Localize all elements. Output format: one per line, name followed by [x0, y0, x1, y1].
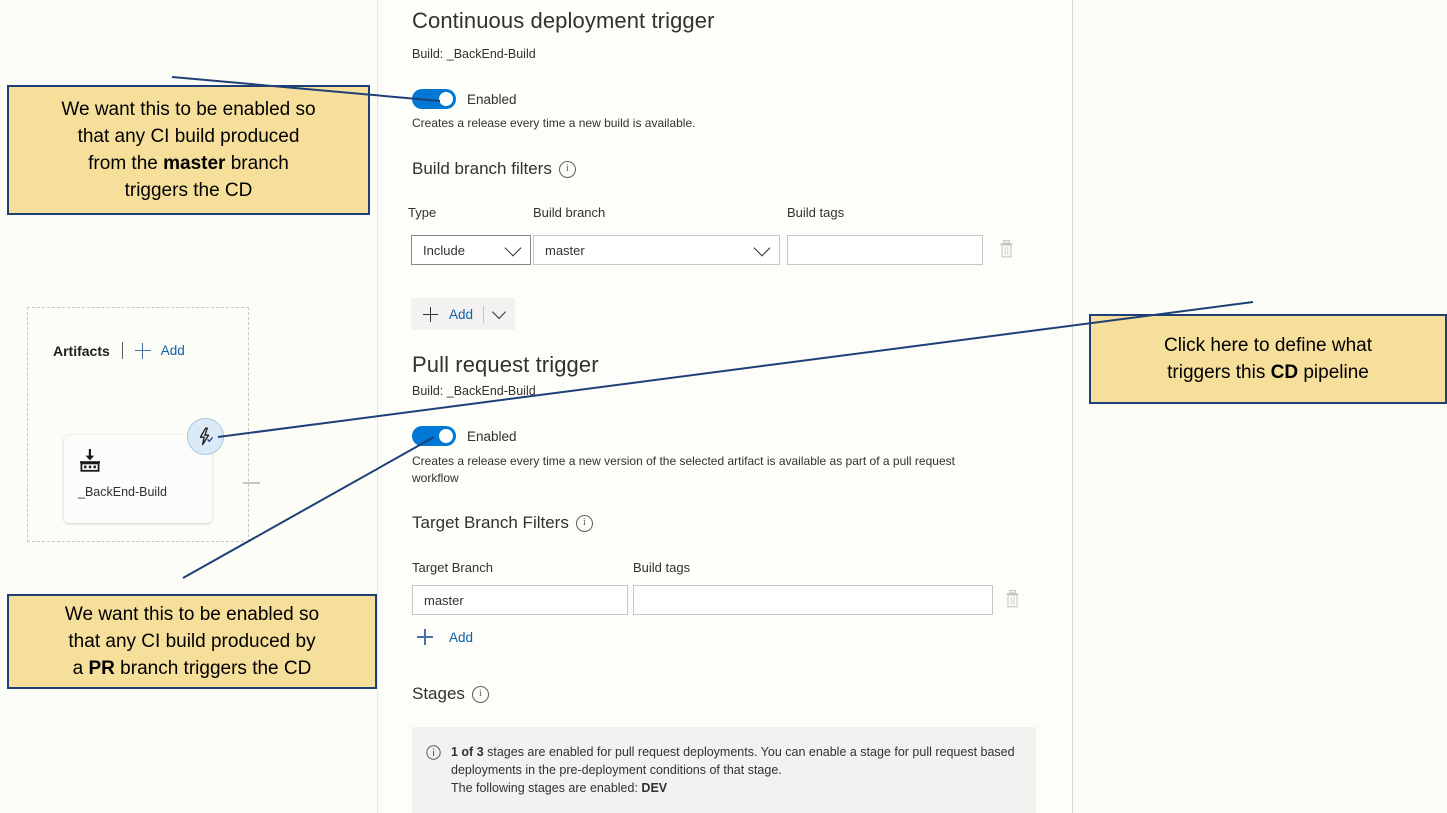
pr-build-tags-input[interactable]	[633, 585, 993, 615]
callout-cd-line3-post: branch	[225, 153, 289, 174]
panel-divider-right	[1072, 0, 1073, 813]
continuous-deployment-trigger-badge[interactable]	[187, 418, 224, 455]
target-branch-filters-title: Target Branch Filters	[412, 513, 569, 532]
pr-trigger-hint: Creates a release every time a new versi…	[412, 454, 955, 485]
filter-type-value: Include	[423, 242, 465, 258]
filter-branch-value: master	[545, 242, 585, 258]
pr-trigger-subtitle: Build: _BackEnd-Build	[412, 384, 536, 398]
cd-toggle-knob	[439, 92, 453, 106]
column-header-target-branch: Target Branch	[412, 560, 493, 575]
callout-click-here: Click here to define what triggers this …	[1089, 314, 1447, 404]
add-artifact-label: Add	[160, 343, 185, 358]
info-icon[interactable]: i	[471, 685, 489, 703]
cd-trigger-toggle[interactable]	[412, 89, 456, 109]
callout-pr-line1: We want this to be enabled so	[64, 604, 320, 625]
column-header-build-tags: Build tags	[787, 205, 845, 220]
chevron-down-icon	[753, 239, 771, 257]
add-target-branch-filter-button[interactable]: Add	[417, 629, 473, 645]
chevron-down-icon	[504, 239, 522, 257]
delete-target-filter-button[interactable]	[1005, 590, 1020, 613]
pr-trigger-title: Pull request trigger	[412, 352, 599, 377]
artifact-card-backend-build[interactable]: _BackEnd-Build	[64, 435, 212, 523]
artifacts-divider	[121, 342, 123, 359]
add-artifact-button[interactable]: Add	[134, 342, 185, 359]
info-icon	[426, 745, 441, 795]
artifact-stage-connector	[243, 482, 260, 484]
callout-click-line1: Click here to define what	[1163, 335, 1373, 356]
callout-pr-trigger: We want this to be enabled so that any C…	[7, 594, 377, 689]
callout-cd-line3-bold: master	[163, 153, 226, 174]
stages-enabled-prefix: The following stages are enabled:	[451, 781, 638, 795]
filter-branch-select[interactable]: master	[533, 235, 780, 265]
callout-pr-line3-pre: a	[72, 658, 89, 679]
target-branch-input[interactable]: master	[412, 585, 628, 615]
info-icon[interactable]: i	[558, 160, 576, 178]
stages-title: Stages	[412, 684, 465, 703]
lightning-bolt-icon	[199, 427, 214, 446]
cd-trigger-hint: Creates a release every time a new build…	[412, 116, 696, 130]
pr-trigger-toggle[interactable]	[412, 426, 456, 446]
build-branch-filters-title: Build branch filters	[412, 159, 552, 178]
trash-icon	[1000, 240, 1013, 258]
stages-enabled-list: DEV	[641, 781, 668, 795]
filter-type-select[interactable]: Include	[411, 235, 531, 265]
stages-enabled-count: 1 of 3	[451, 745, 484, 759]
callout-cd-line4: triggers the CD	[124, 180, 253, 201]
callout-cd-line2: that any CI build produced	[77, 126, 300, 147]
chevron-down-icon[interactable]	[491, 304, 507, 320]
stages-banner-text: 1 of 3 stages are enabled for pull reque…	[451, 743, 1022, 795]
artifacts-title: Artifacts	[53, 342, 110, 359]
build-artifact-icon	[78, 449, 104, 478]
callout-cd-line3-pre: from the	[88, 153, 164, 174]
callout-cd-line1: We want this to be enabled so	[61, 99, 316, 120]
artifacts-header: Artifacts Add	[53, 342, 185, 359]
artifact-card-name: _BackEnd-Build	[78, 485, 167, 499]
add-build-branch-filter-button[interactable]: Add	[411, 298, 516, 330]
callout-click-line2-post: pipeline	[1298, 362, 1369, 383]
pr-toggle-label: Enabled	[467, 428, 517, 444]
cd-trigger-title: Continuous deployment trigger	[412, 8, 715, 33]
pr-toggle-knob	[439, 429, 453, 443]
cd-toggle-label: Enabled	[467, 91, 517, 107]
add-link-label: Add	[449, 629, 474, 645]
callout-pr-line3-bold: PR	[88, 658, 115, 679]
callout-pr-line2: that any CI build produced by	[68, 631, 316, 652]
plus-icon	[423, 306, 438, 322]
stages-info-banner: 1 of 3 stages are enabled for pull reque…	[412, 727, 1036, 813]
cd-trigger-subtitle: Build: _BackEnd-Build	[412, 47, 536, 61]
info-icon[interactable]: i	[575, 514, 593, 532]
column-header-pr-build-tags: Build tags	[633, 560, 691, 575]
trash-icon	[1006, 590, 1019, 608]
column-header-build-branch: Build branch	[533, 205, 606, 220]
callout-click-line2-bold: CD	[1270, 362, 1299, 383]
stages-banner-body: stages are enabled for pull request depl…	[451, 745, 1015, 777]
button-divider	[483, 305, 485, 323]
plus-icon	[134, 342, 151, 359]
callout-pr-line3-post: branch triggers the CD	[114, 658, 312, 679]
callout-click-line2-pre: triggers this	[1167, 362, 1271, 383]
column-header-type: Type	[408, 205, 437, 220]
trigger-settings-panel: Continuous deployment trigger Build: _Ba…	[378, 0, 1072, 813]
delete-filter-button[interactable]	[999, 240, 1014, 263]
target-branch-value: master	[424, 592, 464, 608]
add-button-label: Add	[449, 306, 474, 322]
callout-cd-trigger: We want this to be enabled so that any C…	[7, 85, 370, 215]
plus-icon	[417, 629, 433, 645]
filter-tags-input[interactable]	[787, 235, 983, 265]
